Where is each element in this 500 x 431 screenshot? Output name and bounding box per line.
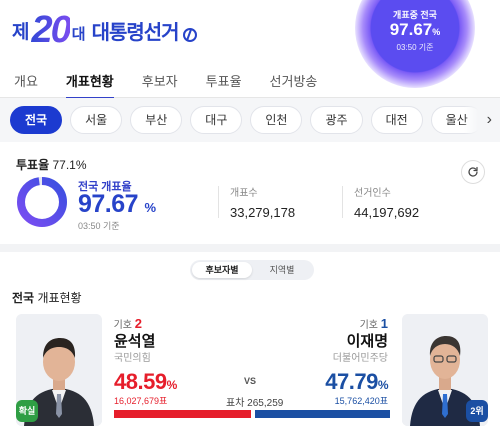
- candidate-percent-lee: 47.79%: [325, 369, 388, 394]
- main-tabs: 개요 개표현황 후보자 투표율 선거방송: [0, 70, 500, 99]
- count-progress-donut: [17, 177, 67, 227]
- status-badge-confirmed: 확실: [16, 400, 38, 422]
- region-chip-seoul[interactable]: 서울: [70, 106, 123, 134]
- vote-share-bar-yoon: [114, 410, 252, 418]
- candidate-votes-lee: 15,762,420표: [334, 396, 388, 406]
- toggle-by-candidate[interactable]: 후보자별: [192, 262, 252, 278]
- logo-title: 대통령선거: [91, 22, 180, 44]
- counted-label: 개표수: [230, 188, 258, 199]
- region-chip-gwangju[interactable]: 광주: [310, 106, 363, 134]
- vs-label: VS: [244, 376, 257, 386]
- voters-value: 44,197,692: [354, 205, 420, 220]
- turnout-summary: 투표율 77.1%: [16, 156, 87, 173]
- vote-gap-label: 표차 265,259: [226, 398, 284, 409]
- section-separator: [0, 244, 500, 252]
- logo-prefix: 제: [12, 22, 30, 43]
- counted-value: 33,279,178: [230, 205, 296, 220]
- count-badge-value: 97.67%: [389, 20, 441, 39]
- refresh-button[interactable]: [461, 160, 485, 184]
- region-chip-daegu[interactable]: 대구: [190, 106, 243, 134]
- vote-emblem-icon: [182, 28, 197, 42]
- region-chip-daejeon[interactable]: 대전: [370, 106, 423, 134]
- vote-share-bar-lee: [255, 410, 390, 418]
- candidate-percent-yoon: 48.59%: [114, 369, 177, 394]
- toggle-by-region[interactable]: 지역별: [252, 262, 312, 278]
- tab-overview[interactable]: 개요: [14, 70, 38, 98]
- count-badge-time: 03:50 기준: [396, 43, 434, 52]
- view-toggle: 후보자별 지역별: [190, 260, 314, 280]
- candidate-votes-yoon: 16,027,679표: [114, 396, 168, 406]
- chevron-right-icon[interactable]: ›: [464, 98, 500, 142]
- candidate-name-lee[interactable]: 이재명: [336, 330, 388, 351]
- region-filter-bar: 전국 서울 부산 대구 인천 광주 대전 울산 세종 경기: [0, 98, 500, 142]
- divider: [342, 186, 343, 218]
- refresh-icon: [468, 166, 478, 177]
- tab-count-status[interactable]: 개표현황: [65, 70, 114, 99]
- candidate-photo-lee[interactable]: 2위: [402, 314, 488, 426]
- logo-number: 20: [31, 9, 71, 51]
- candidate-party-lee: 더불어민주당: [332, 353, 388, 364]
- voters-label: 선거인수: [354, 188, 391, 199]
- candidate-number-lee: 기호 1: [359, 316, 388, 331]
- divider: [218, 186, 219, 218]
- region-chip-national[interactable]: 전국: [10, 106, 63, 134]
- region-chip-incheon[interactable]: 인천: [250, 106, 303, 134]
- app-header: 제 20 대 대통령선거 개표중 전국 97.67% 03:50 기준: [0, 0, 500, 88]
- turnout-value: 77.1%: [52, 158, 87, 172]
- national-count-value: 97.67 %: [78, 190, 156, 218]
- tab-turnout[interactable]: 투표율: [206, 70, 242, 98]
- donut-progress-arc: [17, 177, 67, 227]
- results-title: 전국 개표현황: [12, 291, 82, 305]
- national-count-time: 03:50 기준: [78, 221, 120, 231]
- region-chip-busan[interactable]: 부산: [130, 106, 183, 134]
- tab-candidates[interactable]: 후보자: [142, 70, 178, 98]
- status-badge-second: 2위: [466, 400, 488, 422]
- election-logo[interactable]: 제 20 대 대통령선거: [12, 9, 197, 51]
- candidate-number-yoon: 기호 2: [113, 316, 142, 331]
- logo-suffix: 대: [71, 26, 86, 43]
- candidate-party-yoon: 국민의힘: [114, 353, 151, 364]
- candidate-photo-yoon[interactable]: 확실: [16, 314, 102, 426]
- turnout-label: 투표율: [16, 158, 50, 172]
- tab-broadcast[interactable]: 선거방송: [270, 70, 318, 98]
- candidate-name-yoon[interactable]: 윤석열: [114, 330, 155, 351]
